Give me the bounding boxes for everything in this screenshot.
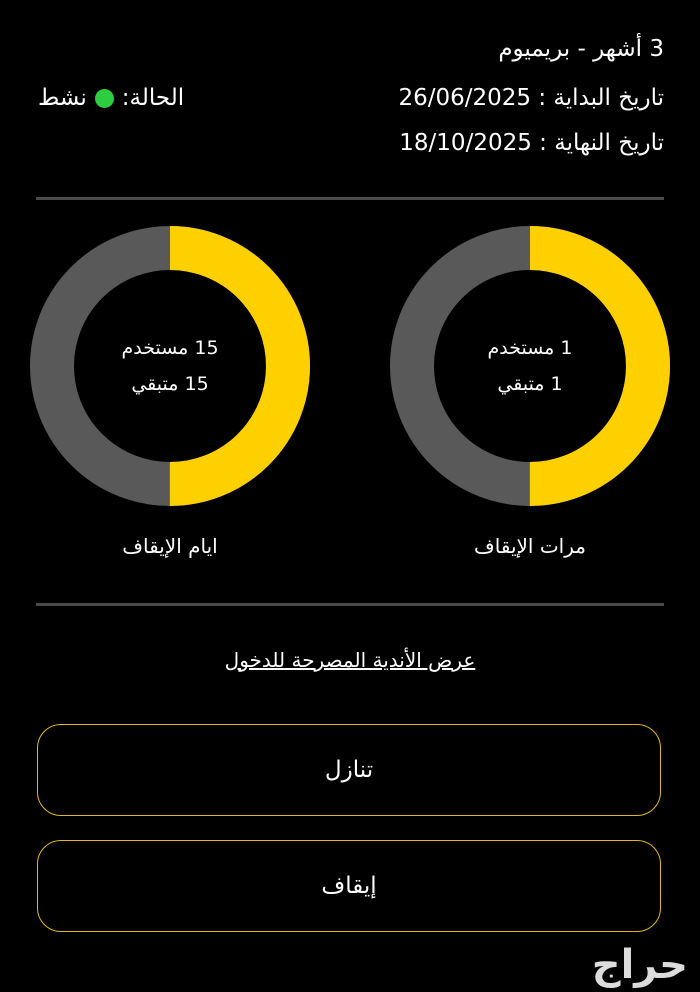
freeze-days-donut — [30, 226, 310, 506]
status: الحالة: نشط — [38, 85, 184, 111]
status-label: الحالة: — [121, 85, 185, 111]
end-date-value: 18/10/2025 — [399, 130, 532, 156]
divider-bottom — [36, 603, 664, 606]
freeze-times-donut — [390, 226, 670, 506]
status-indicator-icon — [94, 88, 114, 108]
freeze-days-caption: ايام الإيقاف — [122, 534, 218, 558]
waive-button[interactable]: تنازل — [37, 724, 661, 816]
divider-top — [36, 197, 664, 200]
allowed-clubs-link[interactable]: عرض الأندية المصرحة للدخول — [0, 648, 700, 672]
start-date-label: تاريخ البداية : — [538, 85, 664, 111]
freeze-button[interactable]: إيقاف — [37, 840, 661, 932]
plan-title: 3 أشهر - بريميوم — [498, 36, 664, 62]
haraj-watermark-logo: حراج — [591, 942, 688, 988]
status-value: نشط — [38, 85, 87, 111]
freeze-days-widget: 15 مستخدم 15 متبقي — [30, 226, 310, 510]
freeze-button-label: إيقاف — [321, 873, 377, 899]
end-date-label: تاريخ النهاية : — [539, 130, 664, 156]
start-date-value: 26/06/2025 — [398, 85, 532, 111]
freeze-times-caption: مرات الإيقاف — [474, 534, 586, 558]
end-date: تاريخ النهاية : 18/10/2025 — [399, 130, 664, 156]
waive-button-label: تنازل — [324, 757, 374, 783]
start-date: تاريخ البداية : 26/06/2025 — [398, 85, 664, 111]
freeze-times-widget: 1 مستخدم 1 متبقي — [390, 226, 670, 510]
